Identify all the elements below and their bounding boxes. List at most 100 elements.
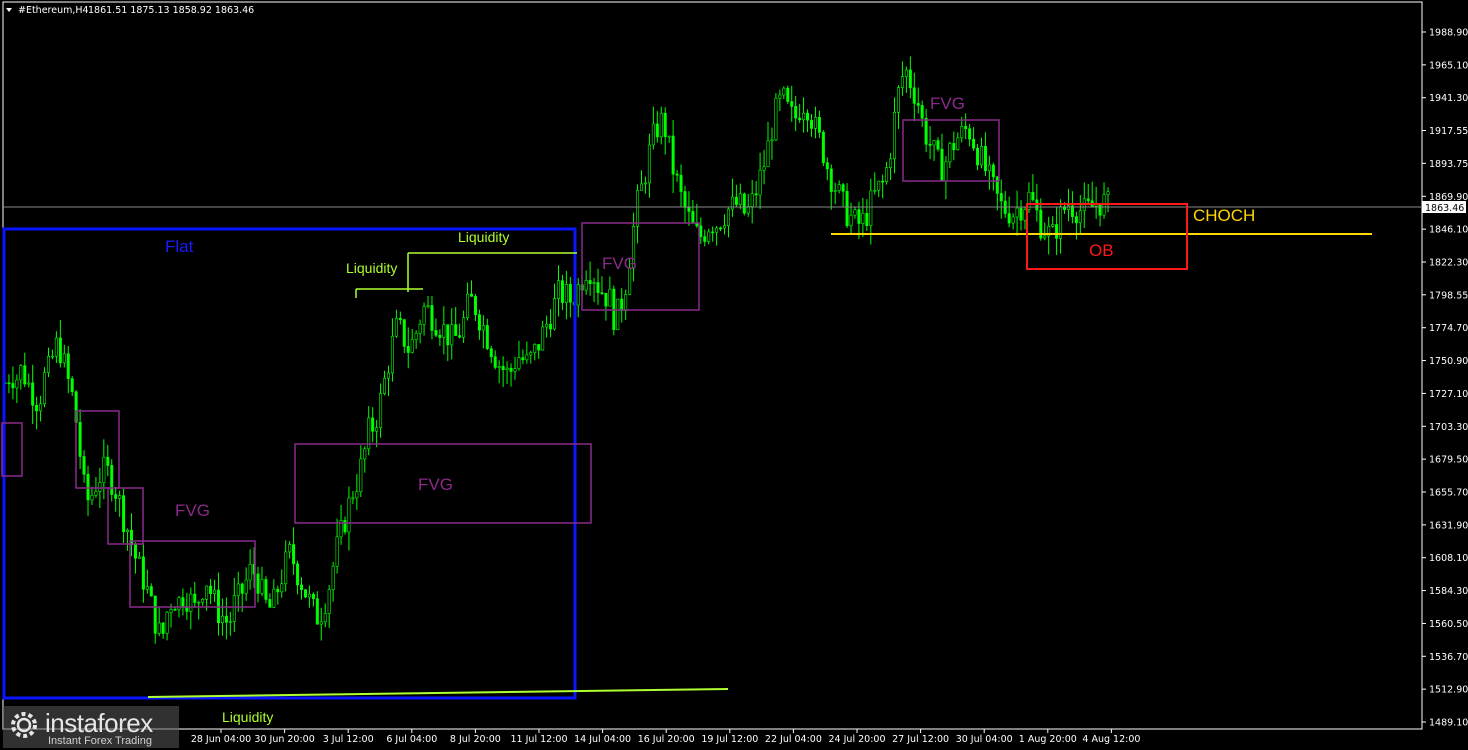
y-tick-label: 1631.90 (1429, 520, 1468, 531)
candle-body (821, 132, 825, 163)
candle-body (734, 196, 738, 205)
candle-body (359, 458, 363, 492)
candle-body (786, 87, 790, 102)
candle-body (813, 117, 817, 129)
candle-body (268, 599, 272, 608)
candle-body (1086, 198, 1090, 202)
candle-body (78, 422, 82, 457)
candle-body (1015, 207, 1019, 218)
candle-body (477, 314, 481, 331)
candle-body (936, 140, 940, 150)
candle-body (924, 117, 928, 145)
candle-body (655, 123, 659, 138)
x-tick-label: 1 Aug 20:00 (1019, 734, 1077, 745)
price-chart[interactable]: 1988.901965.101941.301917.551893.751869.… (0, 0, 1468, 750)
candle-body (430, 305, 434, 331)
candle-body (386, 372, 390, 379)
candle-body (723, 225, 727, 229)
candle-body (956, 137, 960, 151)
candle-body (620, 298, 624, 312)
x-tick-label: 4 Aug 12:00 (1082, 734, 1140, 745)
candle-body (671, 135, 675, 175)
candle-body (699, 225, 703, 237)
candle-body (750, 193, 754, 207)
x-tick-label: 30 Jun 20:00 (254, 734, 314, 745)
candle-body (782, 87, 786, 96)
candle-body (193, 593, 197, 603)
candle-body (355, 491, 359, 499)
candle-body (885, 167, 889, 182)
candle-body (995, 176, 999, 194)
candle-body (220, 615, 224, 624)
y-tick-label: 1489.10 (1429, 718, 1468, 729)
candle-body (711, 231, 715, 234)
candle-body (647, 144, 651, 184)
candle-body (687, 207, 691, 212)
candle-body (19, 365, 23, 381)
candle-body (1066, 205, 1070, 210)
y-tick-label: 1774.70 (1429, 323, 1468, 334)
x-tick-label: 14 Jul 04:00 (574, 734, 631, 745)
x-tick-label: 30 Jul 04:00 (956, 734, 1013, 745)
candle-body (390, 335, 394, 374)
candle-body (592, 282, 596, 285)
fvg-label-2: FVG (418, 475, 453, 494)
candle-body (27, 382, 31, 385)
fvg-label-1: FVG (175, 501, 210, 520)
candle-body (667, 135, 671, 138)
ohlc-readout: 1861.51 1875.13 1858.92 1863.46 (88, 5, 254, 16)
candle-body (853, 209, 857, 216)
candle-body (608, 288, 612, 307)
candle-body (1078, 210, 1082, 224)
candle-body (300, 584, 304, 590)
candle-body (521, 357, 525, 361)
candle-body (703, 236, 707, 242)
candle-body (525, 354, 529, 361)
candle-body (584, 280, 588, 291)
candle-body (999, 193, 1003, 202)
candle-body (260, 579, 264, 594)
candle-body (319, 621, 323, 625)
candle-body (173, 609, 177, 611)
candle-body (406, 346, 410, 353)
candle-body (31, 382, 35, 406)
gear-logo-icon (11, 712, 37, 738)
candle-body (944, 161, 948, 182)
candle-body (102, 456, 106, 483)
x-tick-label: 3 Jul 12:00 (323, 734, 374, 745)
candle-body (869, 190, 873, 227)
candle-body (675, 173, 679, 176)
candle-body (383, 377, 387, 394)
candle-body (889, 158, 893, 168)
candle-body (790, 101, 794, 107)
x-tick-label: 6 Jul 04:00 (386, 734, 437, 745)
candle-body (1007, 213, 1011, 224)
candle-body (462, 317, 466, 338)
candle-body (209, 585, 213, 594)
candle-body (201, 599, 205, 603)
candle-body (351, 497, 355, 500)
candle-body (224, 615, 228, 623)
candle-body (643, 182, 647, 185)
y-tick-label: 1822.30 (1429, 258, 1468, 269)
x-tick-label: 11 Jul 12:00 (511, 734, 568, 745)
candle-body (70, 378, 74, 393)
y-tick-label: 1512.90 (1429, 685, 1468, 696)
current-price-label: 1863.46 (1425, 203, 1464, 214)
candle-body (410, 339, 414, 353)
candle-body (940, 148, 944, 182)
candle-body (169, 609, 173, 613)
candle-body (133, 544, 137, 559)
candle-body (114, 494, 118, 499)
candle-body (972, 138, 976, 149)
y-tick-label: 1584.30 (1429, 586, 1468, 597)
candle-body (837, 184, 841, 191)
y-tick-label: 1608.10 (1429, 553, 1468, 564)
candle-body (928, 143, 932, 146)
candle-body (43, 372, 47, 405)
candle-body (1074, 216, 1078, 224)
candle-body (50, 355, 54, 358)
candle-body (489, 348, 493, 358)
candle-body (1023, 209, 1027, 221)
candle-body (877, 180, 881, 191)
